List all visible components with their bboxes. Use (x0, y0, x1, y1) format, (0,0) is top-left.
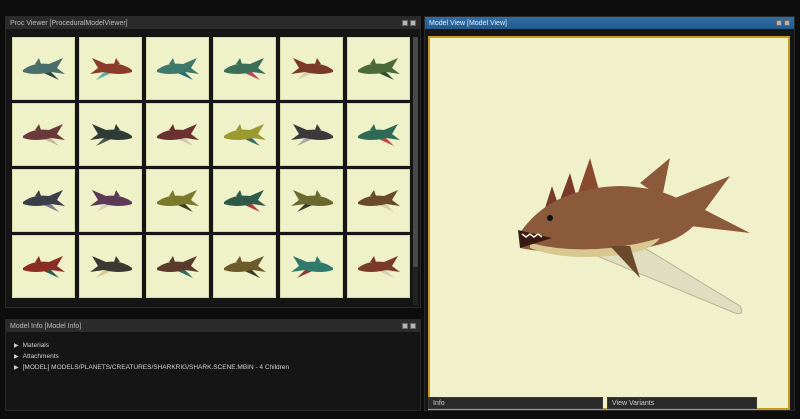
tree-item-materials[interactable]: ▶ Materials (14, 340, 289, 351)
shark-variant-icon (22, 255, 65, 278)
view-variants-button[interactable]: View Variants (607, 397, 757, 409)
proc-viewer-scrollbar[interactable] (413, 37, 418, 305)
tree-item-label: Materials (22, 342, 49, 349)
shark-variant-icon (290, 57, 333, 80)
shark-variant-icon (156, 57, 199, 80)
model-thumbnail[interactable] (347, 37, 410, 100)
model-thumbnail[interactable] (146, 169, 209, 232)
shark-model-icon[interactable] (490, 138, 770, 318)
model-thumbnail[interactable] (280, 103, 343, 166)
model-thumbnail[interactable] (347, 235, 410, 298)
close-icon[interactable] (410, 323, 416, 329)
tree-item-attachments[interactable]: ▶ Attachments (14, 351, 289, 362)
close-icon[interactable] (410, 20, 416, 26)
proc-viewer-panel: Proc Viewer [ProceduralModelViewer] (5, 16, 421, 308)
shark-variant-icon (22, 189, 65, 212)
model-view-window-controls (776, 20, 790, 26)
shark-variant-icon (223, 57, 266, 80)
shark-variant-icon (89, 123, 132, 146)
restore-icon[interactable] (402, 323, 408, 329)
3d-viewport[interactable] (428, 36, 790, 410)
proc-viewer-titlebar[interactable]: Proc Viewer [ProceduralModelViewer] (6, 17, 420, 29)
model-thumbnail[interactable] (146, 235, 209, 298)
expand-arrow-icon[interactable]: ▶ (14, 364, 19, 371)
thumbnail-grid (12, 37, 412, 305)
model-info-titlebar[interactable]: Model Info [Model Info] (6, 320, 420, 332)
model-info-tree: ▶ Materials ▶ Attachments ▶ [MODEL] MODE… (14, 340, 289, 373)
model-view-footer: Info View Variants (428, 397, 790, 409)
tree-item-model[interactable]: ▶ [MODEL] MODELS/PLANETS/CREATURES/SHARK… (14, 362, 289, 373)
model-thumbnail[interactable] (79, 37, 142, 100)
model-thumbnail[interactable] (280, 169, 343, 232)
model-thumbnail[interactable] (347, 103, 410, 166)
model-info-window-controls (402, 323, 416, 329)
shark-variant-icon (357, 57, 400, 80)
model-thumbnail[interactable] (213, 37, 276, 100)
model-thumbnail[interactable] (146, 37, 209, 100)
model-thumbnail[interactable] (79, 169, 142, 232)
model-view-titlebar[interactable]: Model View [Model View] (425, 17, 794, 29)
model-thumbnail[interactable] (12, 235, 75, 298)
shark-variant-icon (357, 123, 400, 146)
close-icon[interactable] (784, 20, 790, 26)
model-thumbnail[interactable] (347, 169, 410, 232)
model-thumbnail[interactable] (280, 37, 343, 100)
shark-variant-icon (89, 255, 132, 278)
restore-icon[interactable] (402, 20, 408, 26)
model-thumbnail[interactable] (12, 103, 75, 166)
model-thumbnail[interactable] (213, 103, 276, 166)
model-view-panel: Model View [Model View] Info View Varian… (424, 16, 795, 411)
model-thumbnail[interactable] (213, 235, 276, 298)
model-view-title: Model View [Model View] (429, 19, 507, 27)
shark-variant-icon (156, 255, 199, 278)
shark-variant-icon (290, 189, 333, 212)
tree-item-label: Attachments (22, 353, 59, 360)
shark-variant-icon (156, 123, 199, 146)
tree-item-label: [MODEL] MODELS/PLANETS/CREATURES/SHARKRI… (22, 364, 290, 371)
expand-arrow-icon[interactable]: ▶ (14, 353, 19, 360)
shark-variant-icon (89, 57, 132, 80)
restore-icon[interactable] (776, 20, 782, 26)
info-field[interactable]: Info (428, 397, 603, 409)
shark-variant-icon (357, 189, 400, 212)
shark-variant-icon (22, 123, 65, 146)
shark-variant-icon (22, 57, 65, 80)
scrollbar-thumb[interactable] (413, 37, 418, 267)
model-info-panel: Model Info [Model Info] ▶ Materials ▶ At… (5, 319, 421, 411)
model-info-title: Model Info [Model Info] (10, 322, 82, 330)
model-thumbnail[interactable] (12, 37, 75, 100)
model-thumbnail[interactable] (79, 103, 142, 166)
model-thumbnail[interactable] (280, 235, 343, 298)
shark-variant-icon (290, 255, 333, 278)
model-thumbnail[interactable] (79, 235, 142, 298)
shark-variant-icon (290, 123, 333, 146)
shark-variant-icon (156, 189, 199, 212)
proc-viewer-title: Proc Viewer [ProceduralModelViewer] (10, 19, 128, 27)
expand-arrow-icon[interactable]: ▶ (14, 342, 19, 349)
model-thumbnail[interactable] (12, 169, 75, 232)
shark-variant-icon (357, 255, 400, 278)
shark-variant-icon (223, 255, 266, 278)
proc-viewer-window-controls (402, 20, 416, 26)
shark-variant-icon (89, 189, 132, 212)
model-thumbnail[interactable] (146, 103, 209, 166)
model-thumbnail[interactable] (213, 169, 276, 232)
shark-variant-icon (223, 123, 266, 146)
shark-variant-icon (223, 189, 266, 212)
